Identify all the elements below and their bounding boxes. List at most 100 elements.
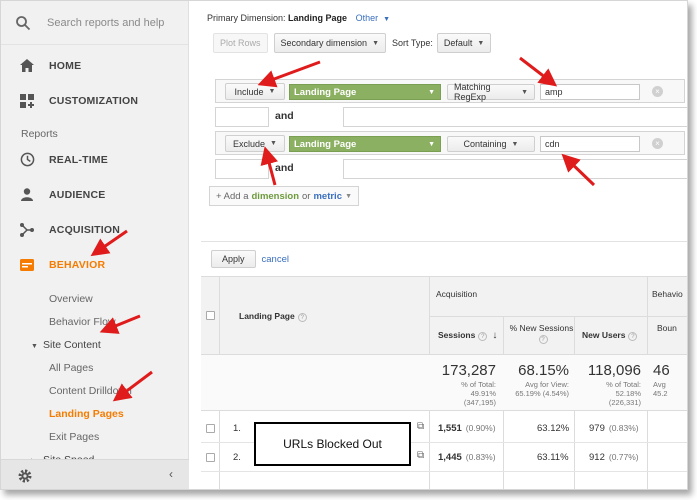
totals-row: 173,287 % of Total: 49.91% (347,195) 68.… (201, 355, 687, 411)
gear-icon[interactable] (17, 468, 33, 487)
open-link-icon[interactable]: ⧉ (417, 450, 424, 461)
column-header-new-sessions[interactable]: % New Sessions? (509, 323, 574, 344)
filter-value-input-2[interactable]: cdn (540, 136, 640, 152)
secondary-dimension-dropdown[interactable]: Secondary dimension ▼ (273, 33, 387, 53)
acquisition-icon (19, 222, 35, 238)
row-sessions: 1,551 (0.90%) (438, 423, 496, 434)
select-all-checkbox[interactable] (206, 311, 215, 320)
row-checkbox[interactable] (206, 424, 215, 433)
caret-down-icon: ▼ (521, 88, 528, 96)
plot-rows-button[interactable]: Plot Rows (213, 33, 268, 53)
sidebar-item-content-drilldown[interactable]: Content Drilldown (1, 380, 188, 403)
divider (201, 241, 687, 242)
sort-type-label: Sort Type: (392, 38, 433, 48)
apply-button[interactable]: Apply (211, 250, 256, 268)
row-new-users: 979 (0.83%) (589, 423, 639, 434)
clock-icon (19, 152, 35, 168)
primary-dimension-label: Primary Dimension: (207, 13, 286, 23)
site-content-label: Site Content (43, 339, 101, 351)
nav-realtime-label: REAL-TIME (49, 153, 108, 166)
nav-behavior[interactable]: BEHAVIOR (1, 247, 188, 282)
reports-section-label: Reports (21, 128, 58, 140)
total-new-sessions: 68.15% Avg for View: 65.19% (4.54%) (515, 362, 569, 398)
sidebar-footer: ‹ (1, 459, 189, 489)
exclude-dropdown[interactable]: Exclude ▼ (225, 135, 285, 152)
and-condition-box[interactable] (343, 159, 687, 179)
nav-audience-label: AUDIENCE (49, 188, 106, 201)
column-group-behavior: Behavio (652, 289, 683, 299)
column-header-sessions[interactable]: Sessions? ↓ (438, 330, 497, 341)
column-header-bounce[interactable]: Boun (657, 323, 677, 333)
and-left-box (215, 107, 269, 127)
sidebar: Search reports and help HOME CUSTOMIZATI… (1, 1, 189, 489)
row-new-sessions: 63.11% (537, 452, 569, 463)
row-new-users: 912 (0.77%) (589, 452, 639, 463)
collapse-sidebar-icon[interactable]: ‹ (169, 467, 173, 481)
sidebar-item-behavior-flow[interactable]: Behavior Flow (1, 311, 188, 334)
caret-down-icon: ▼ (270, 140, 277, 147)
match-type-dropdown-1[interactable]: Matching RegExp ▼ (447, 82, 535, 102)
sidebar-item-landing-pages[interactable]: Landing Pages (1, 403, 188, 426)
triangle-down-icon: ▼ (31, 343, 38, 350)
caret-down-icon: ▼ (372, 39, 380, 47)
apply-row: Apply cancel (211, 250, 289, 268)
match-type-dropdown-2[interactable]: Containing ▼ (447, 136, 535, 152)
cancel-link[interactable]: cancel (262, 254, 289, 265)
nav-audience[interactable]: AUDIENCE (1, 177, 188, 212)
row-index: 1. (233, 423, 241, 434)
caret-down-icon: ▼ (428, 88, 435, 96)
row-index: 2. (233, 452, 241, 463)
nav-customization[interactable]: CUSTOMIZATION (1, 83, 188, 118)
nav-realtime[interactable]: REAL-TIME (1, 142, 188, 177)
caret-down-icon: ▼ (345, 192, 352, 200)
nav-customization-label: CUSTOMIZATION (49, 94, 139, 107)
and-condition-box[interactable] (343, 107, 687, 127)
add-dimension-or-metric-button[interactable]: + Add a dimension or metric ▼ (209, 186, 359, 206)
sidebar-item-overview[interactable]: Overview (1, 288, 188, 311)
and-left-box (215, 159, 269, 179)
remove-filter-icon[interactable]: × (652, 138, 663, 149)
dimension-dropdown-1[interactable]: Landing Page ▼ (289, 84, 441, 100)
sidebar-item-all-pages[interactable]: All Pages (1, 357, 188, 380)
search-bar[interactable]: Search reports and help (1, 1, 188, 45)
help-icon[interactable]: ? (628, 332, 638, 341)
sidebar-item-site-content[interactable]: ▼ Site Content (1, 334, 188, 357)
total-sessions: 173,287 % of Total: 49.91% (347,195) (441, 362, 496, 407)
and-label: and (275, 162, 294, 174)
row-checkbox[interactable] (206, 453, 215, 462)
other-dimension-link[interactable]: Other ▼ (356, 13, 390, 23)
sort-type-dropdown[interactable]: Default ▼ (436, 33, 492, 53)
include-dropdown[interactable]: Include ▼ (225, 83, 285, 100)
search-icon (16, 15, 31, 30)
person-icon (19, 187, 35, 203)
search-input[interactable]: Search reports and help (47, 17, 164, 29)
caret-down-icon: ▼ (268, 88, 276, 95)
app-window: Search reports and help HOME CUSTOMIZATI… (0, 0, 688, 490)
row-sessions: 1,445 (0.83%) (438, 452, 496, 463)
caret-down-icon: ▼ (511, 140, 519, 148)
help-icon[interactable]: ? (538, 335, 548, 344)
filter-value-input-1[interactable]: amp (540, 84, 640, 100)
column-group-acquisition: Acquisition (436, 289, 478, 299)
remove-filter-icon[interactable]: × (652, 86, 663, 97)
sidebar-item-exit-pages[interactable]: Exit Pages (1, 426, 188, 449)
caret-down-icon: ▼ (383, 16, 391, 23)
help-icon[interactable]: ? (478, 332, 488, 341)
nav-acquisition[interactable]: ACQUISITION (1, 212, 188, 247)
column-header-landing-page[interactable]: Landing Page? (239, 311, 307, 322)
nav-acquisition-label: ACQUISITION (49, 223, 121, 236)
nav-home[interactable]: HOME (1, 48, 188, 83)
open-link-icon[interactable]: ⧉ (417, 421, 424, 432)
sort-desc-icon[interactable]: ↓ (492, 330, 497, 341)
caret-down-icon: ▼ (477, 39, 485, 47)
customization-icon (19, 93, 35, 109)
home-icon (19, 58, 35, 74)
caret-down-icon: ▼ (428, 140, 435, 148)
help-icon[interactable]: ? (297, 313, 307, 322)
main-panel: Primary Dimension: Landing Page Other ▼ P… (201, 1, 687, 489)
dimension-dropdown-2[interactable]: Landing Page ▼ (289, 136, 441, 152)
nav-home-label: HOME (49, 59, 82, 72)
column-header-new-users[interactable]: New Users? (582, 330, 638, 341)
primary-dimension-value[interactable]: Landing Page (288, 13, 347, 23)
row-new-sessions: 63.12% (537, 423, 570, 434)
